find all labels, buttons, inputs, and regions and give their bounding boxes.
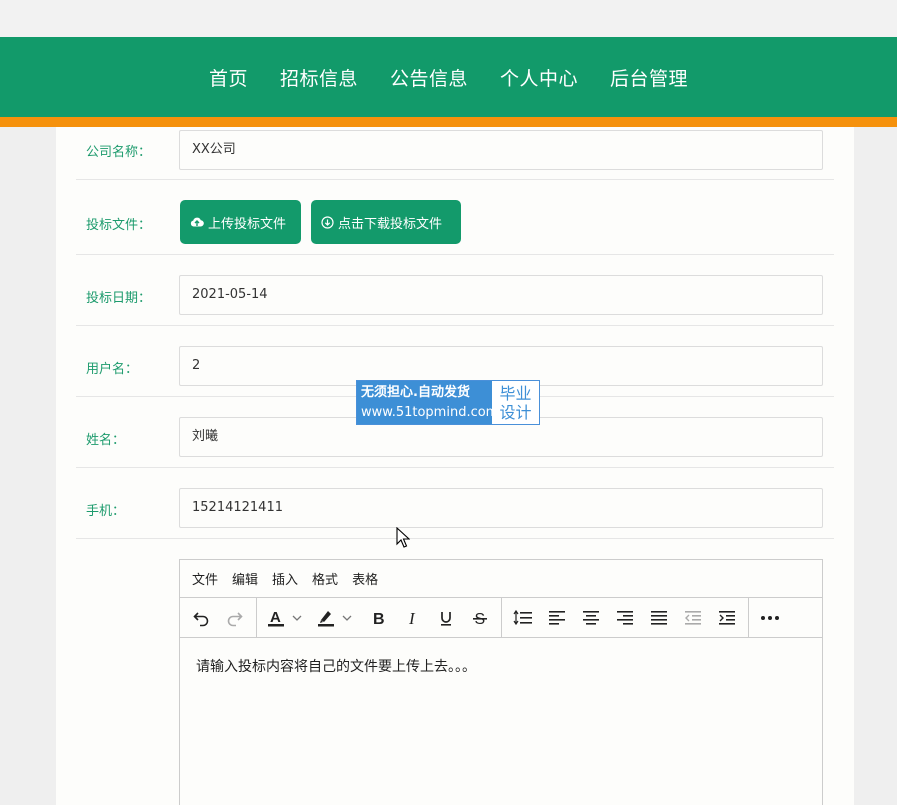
color-group: A B I S: [257, 598, 502, 637]
align-right-icon[interactable]: [608, 601, 642, 635]
watermark-line2: www.51topmind.com: [361, 405, 499, 420]
paragraph-group: [502, 598, 749, 637]
italic-icon[interactable]: I: [395, 601, 429, 635]
menu-edit[interactable]: 编辑: [232, 569, 258, 588]
watermark-badge: 无须担心.自动发货 www.51topmind.com 毕业 设计: [356, 380, 540, 425]
strikethrough-icon[interactable]: S: [463, 601, 497, 635]
phone-field[interactable]: 15214121411: [179, 488, 823, 528]
editor-toolbar: A B I S: [180, 598, 822, 638]
nav-item-notice[interactable]: 公告信息: [374, 64, 484, 91]
menu-insert[interactable]: 插入: [272, 569, 298, 588]
upload-file-label: 上传投标文件: [208, 216, 287, 232]
more-group: [749, 598, 791, 637]
watermark-right: 毕业 设计: [492, 381, 539, 424]
nav-item-bidding[interactable]: 招标信息: [264, 64, 374, 91]
watermark-left: 无须担心.自动发货 www.51topmind.com: [357, 381, 499, 424]
indent-icon[interactable]: [710, 601, 744, 635]
company-field[interactable]: XX公司: [179, 130, 823, 170]
undo-icon[interactable]: [184, 601, 218, 635]
editor-content[interactable]: 请输入投标内容将自己的文件要上传上去。。。: [180, 638, 822, 694]
cloud-upload-icon: [190, 216, 204, 228]
username-label: 用户名：: [86, 362, 139, 377]
watermark-line1: 无须担心.自动发货: [361, 385, 470, 400]
date-label: 投标日期：: [86, 291, 152, 306]
name-label: 姓名：: [86, 433, 126, 448]
file-label: 投标文件：: [86, 218, 152, 233]
rich-text-editor: 文件 编辑 插入 格式 表格 A B I S 请输入投标内容将自己的文件要上传上…: [179, 559, 823, 805]
menu-format[interactable]: 格式: [312, 569, 338, 588]
bold-icon[interactable]: B: [361, 601, 395, 635]
svg-text:A: A: [270, 609, 281, 626]
date-field[interactable]: 2021-05-14: [179, 275, 823, 315]
mouse-cursor-icon: [396, 526, 411, 553]
line-height-icon[interactable]: [506, 601, 540, 635]
watermark-right2: 设计: [499, 403, 532, 422]
svg-text:I: I: [408, 609, 416, 627]
download-file-label: 点击下载投标文件: [338, 216, 443, 232]
nav-item-home[interactable]: 首页: [193, 64, 264, 91]
navbar: 首页 招标信息 公告信息 个人中心 后台管理: [0, 37, 897, 117]
align-center-icon[interactable]: [574, 601, 608, 635]
history-group: [180, 598, 257, 637]
menu-table[interactable]: 表格: [352, 569, 378, 588]
company-label: 公司名称：: [86, 145, 152, 160]
nav-item-profile[interactable]: 个人中心: [484, 64, 594, 91]
accent-line: [0, 117, 897, 127]
watermark-right1: 毕业: [499, 384, 532, 403]
highlight-color-icon[interactable]: [311, 601, 361, 635]
top-strip: [0, 0, 897, 37]
text-color-icon[interactable]: A: [261, 601, 311, 635]
align-left-icon[interactable]: [540, 601, 574, 635]
nav-list: 首页 招标信息 公告信息 个人中心 后台管理: [193, 64, 704, 91]
upload-file-button[interactable]: 上传投标文件: [180, 200, 301, 244]
menu-file[interactable]: 文件: [192, 569, 218, 588]
outdent-icon[interactable]: [676, 601, 710, 635]
underline-icon[interactable]: [429, 601, 463, 635]
svg-text:B: B: [373, 611, 385, 627]
align-justify-icon[interactable]: [642, 601, 676, 635]
phone-label: 手机：: [86, 504, 126, 519]
editor-menubar: 文件 编辑 插入 格式 表格: [180, 560, 822, 598]
more-icon[interactable]: [753, 601, 787, 635]
download-file-button[interactable]: 点击下载投标文件: [311, 200, 461, 244]
nav-item-admin[interactable]: 后台管理: [594, 64, 704, 91]
redo-icon[interactable]: [218, 601, 252, 635]
download-circle-icon: [321, 215, 334, 229]
